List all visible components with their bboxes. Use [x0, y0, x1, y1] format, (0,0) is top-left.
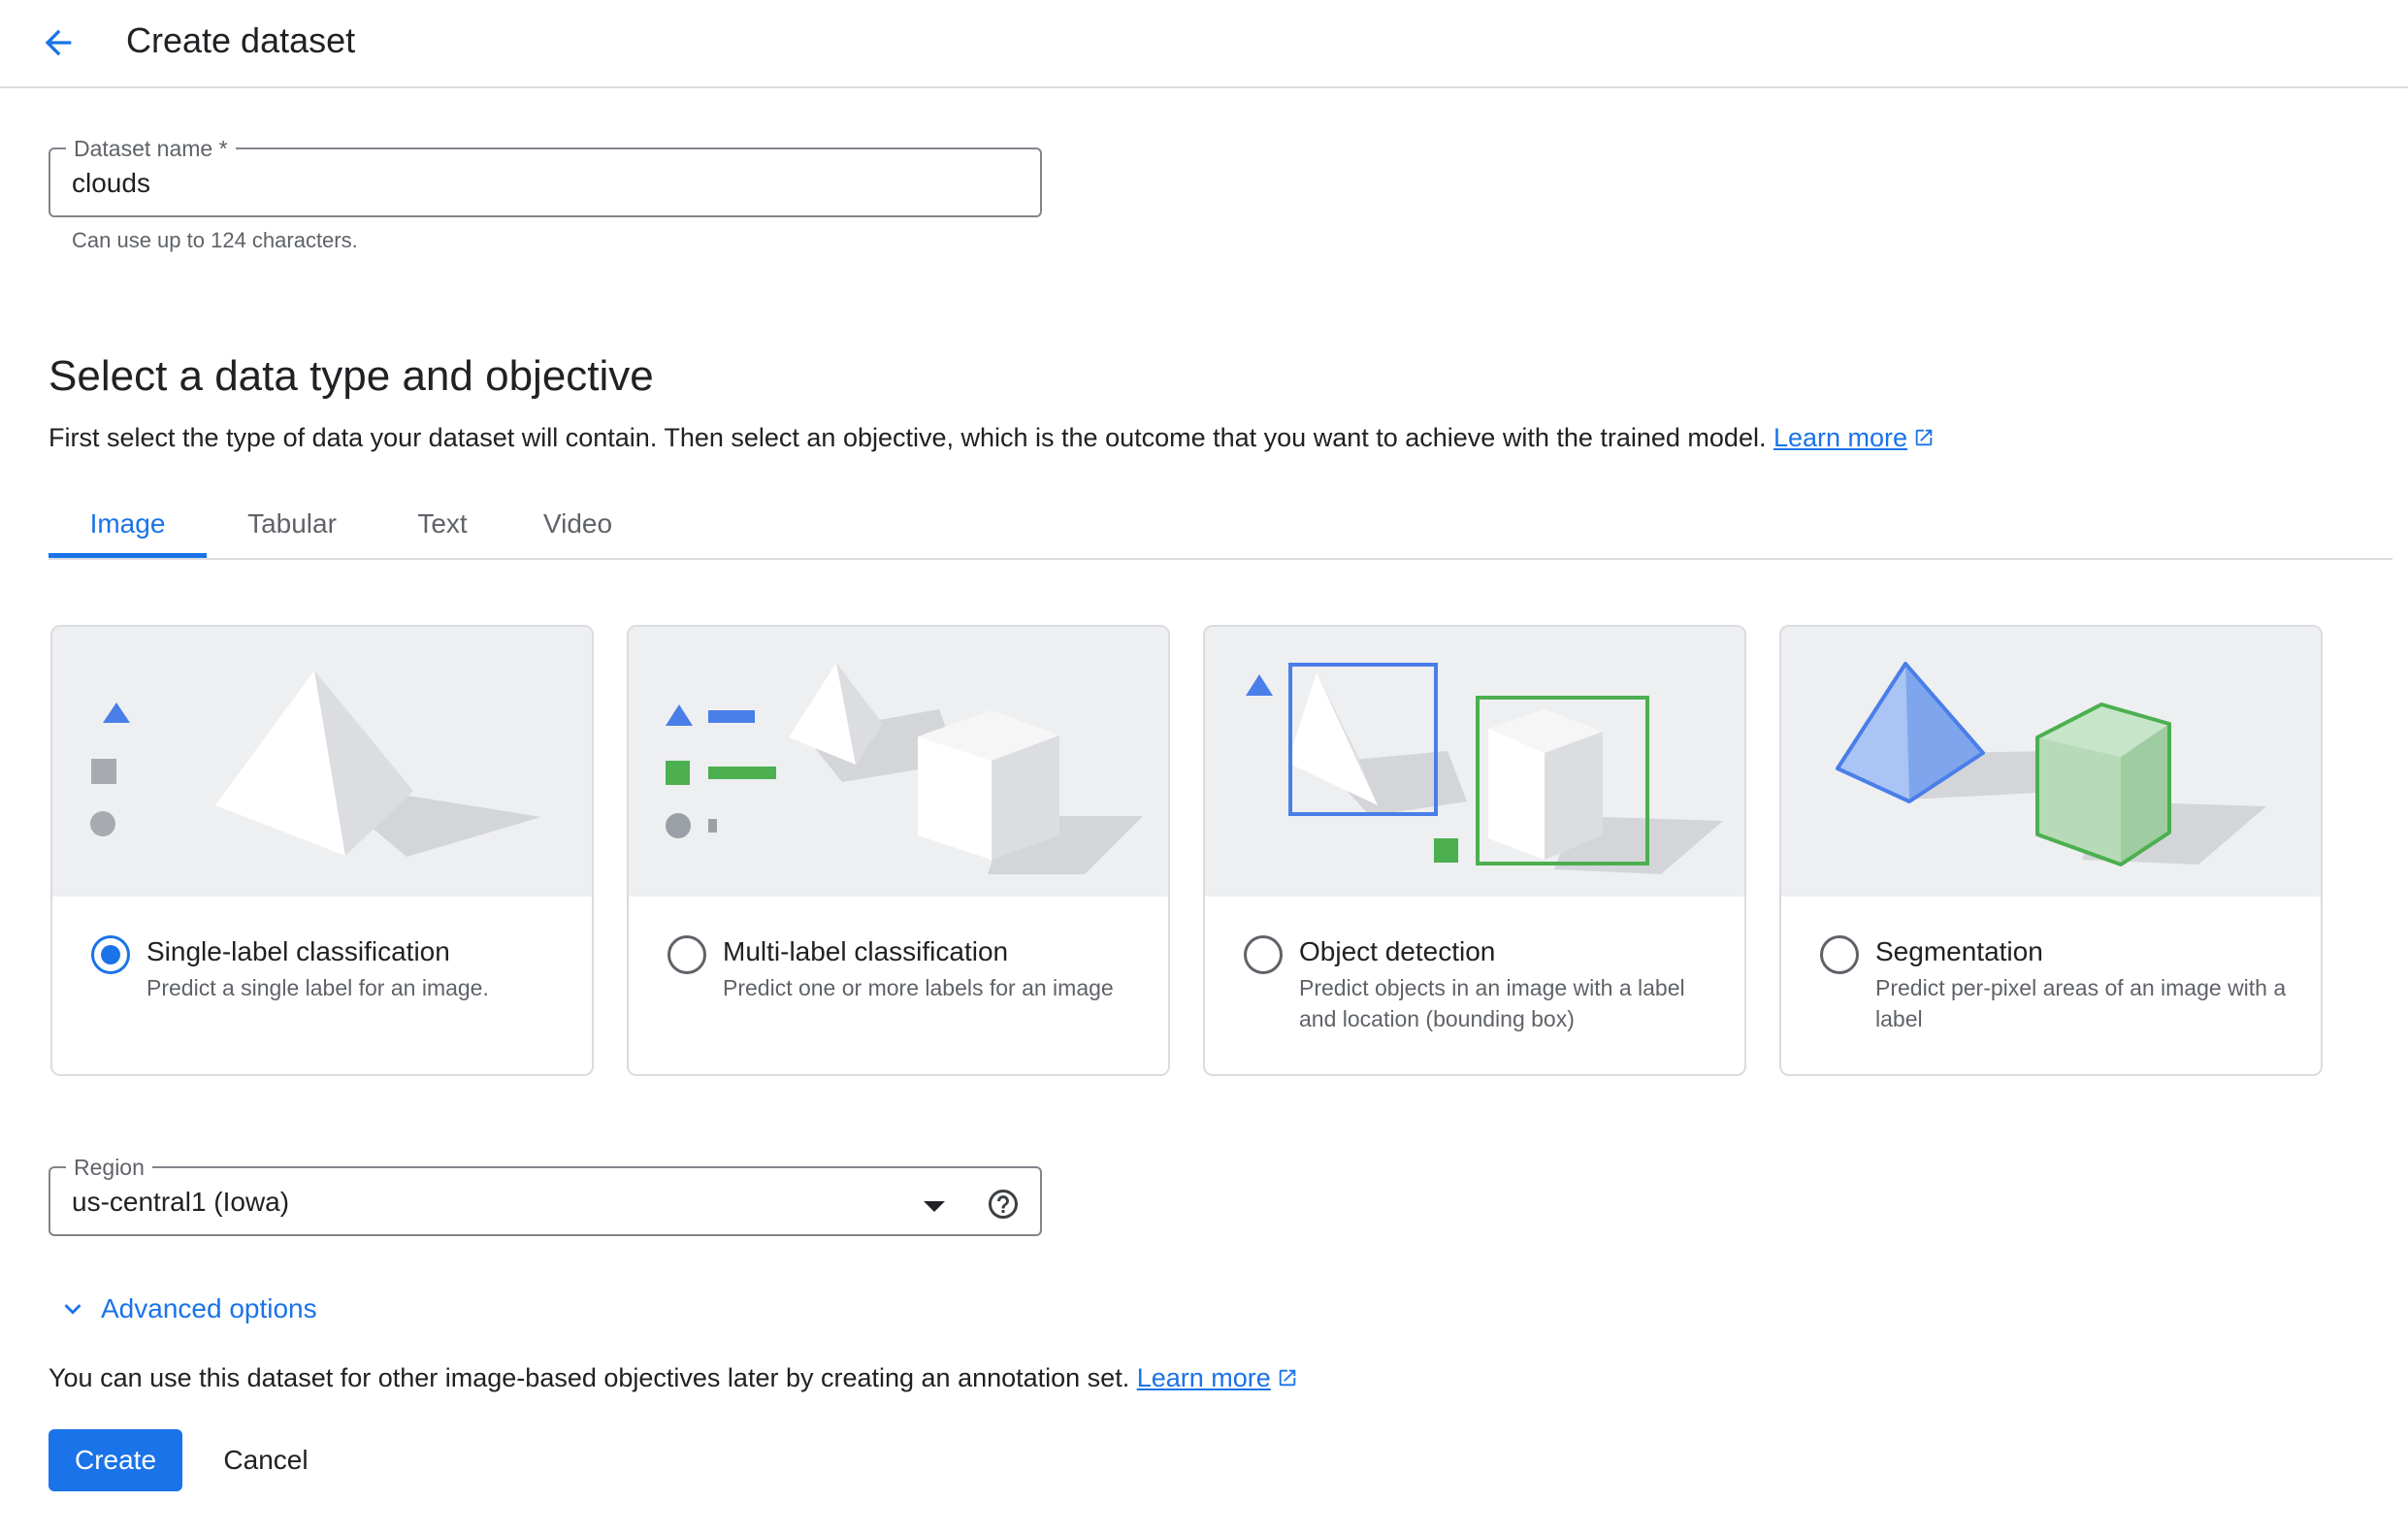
- single-label-illustration: [52, 627, 592, 897]
- object-detection-radio[interactable]: [1244, 935, 1283, 974]
- region-label: Region: [66, 1155, 152, 1180]
- note-learn-more-link[interactable]: Learn more: [1137, 1363, 1298, 1392]
- dataset-name-label: Dataset name *: [66, 136, 236, 161]
- open-in-new-icon: [1915, 429, 1933, 446]
- cancel-button[interactable]: Cancel: [200, 1429, 332, 1491]
- region-help-button[interactable]: [983, 1184, 1024, 1225]
- single-label-title: Single-label classification: [146, 936, 450, 966]
- objective-card-segmentation[interactable]: Segmentation Predict per-pixel areas of …: [1779, 625, 2323, 1076]
- segmentation-illustration: [1781, 627, 2321, 897]
- section-description-text: First select the type of data your datas…: [49, 423, 1767, 452]
- section-description: First select the type of data your datas…: [49, 420, 1935, 455]
- dropdown-arrow-icon[interactable]: [922, 1199, 947, 1213]
- learn-more-link[interactable]: Learn more: [1773, 423, 1935, 452]
- data-type-tabs: Image Tabular Text Video: [49, 495, 2392, 560]
- dataset-name-hint: Can use up to 124 characters.: [72, 228, 358, 252]
- object-detection-description: Predict objects in an image with a label…: [1299, 975, 1685, 1031]
- multi-label-illustration: [629, 627, 1168, 897]
- tab-tabular[interactable]: Tabular: [207, 495, 377, 558]
- object-detection-illustration: [1205, 627, 1744, 897]
- page-title: Create dataset: [126, 20, 356, 60]
- chevron-down-icon: [64, 1304, 81, 1315]
- arrow-back-icon: [45, 29, 72, 56]
- multi-label-description: Predict one or more labels for an image: [723, 975, 1114, 1000]
- tab-text[interactable]: Text: [377, 495, 507, 558]
- dataset-name-input[interactable]: [72, 166, 1003, 201]
- open-in-new-icon: [1279, 1369, 1296, 1387]
- dataset-name-field[interactable]: Dataset name *: [49, 136, 1042, 217]
- top-bar: Create dataset: [0, 0, 2408, 88]
- create-button[interactable]: Create: [49, 1429, 182, 1491]
- advanced-options-toggle[interactable]: Advanced options: [56, 1288, 317, 1330]
- back-button[interactable]: [31, 16, 85, 70]
- multi-label-title: Multi-label classification: [723, 936, 1009, 966]
- object-detection-title: Object detection: [1299, 936, 1496, 966]
- objective-card-object-detection[interactable]: Object detection Predict objects in an i…: [1203, 625, 1746, 1076]
- region-select[interactable]: Region us-central1 (Iowa): [49, 1155, 1042, 1236]
- single-label-radio[interactable]: [91, 935, 130, 974]
- section-title: Select a data type and objective: [49, 352, 654, 400]
- objective-card-multi-label[interactable]: Multi-label classification Predict one o…: [627, 625, 1170, 1076]
- annotation-set-note-text: You can use this dataset for other image…: [49, 1363, 1130, 1392]
- objective-card-single-label[interactable]: Single-label classification Predict a si…: [50, 625, 594, 1076]
- segmentation-radio[interactable]: [1820, 935, 1859, 974]
- help-circle-icon: [989, 1190, 1018, 1219]
- annotation-set-note: You can use this dataset for other image…: [49, 1360, 1298, 1395]
- multi-label-radio[interactable]: [667, 935, 706, 974]
- advanced-options-label: Advanced options: [101, 1293, 317, 1323]
- single-label-description: Predict a single label for an image.: [146, 975, 489, 1000]
- tab-image[interactable]: Image: [49, 495, 207, 558]
- segmentation-title: Segmentation: [1875, 936, 2043, 966]
- segmentation-description: Predict per-pixel areas of an image with…: [1875, 975, 2287, 1031]
- tab-video[interactable]: Video: [507, 495, 648, 558]
- region-value: us-central1 (Iowa): [72, 1187, 290, 1217]
